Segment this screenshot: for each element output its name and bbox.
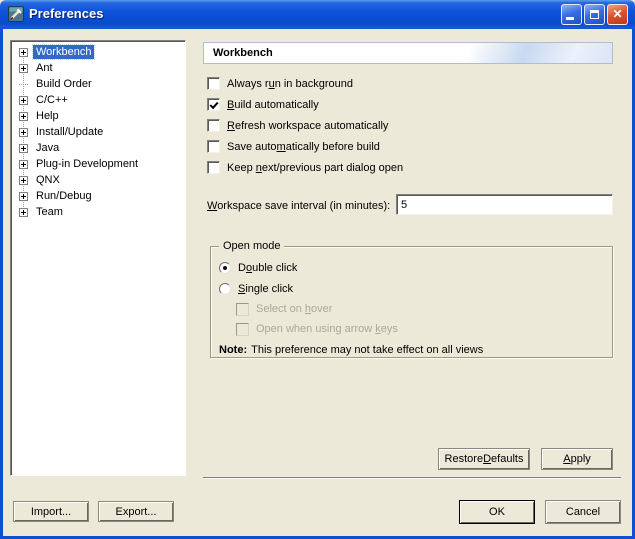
tree-item-run-debug[interactable]: Run/Debug bbox=[11, 188, 185, 204]
page-title: Workbench bbox=[203, 42, 613, 64]
tree-item-label: Install/Update bbox=[33, 125, 106, 139]
checkbox-build-automatically[interactable]: Build automatically bbox=[207, 94, 403, 115]
workbench-options: Always run in background Build automatic… bbox=[207, 73, 403, 178]
expand-plus-icon[interactable] bbox=[19, 128, 28, 137]
radio-double-click[interactable]: Double click bbox=[219, 257, 612, 278]
button-bar-separator bbox=[203, 477, 621, 479]
tree-item-label: Build Order bbox=[33, 77, 95, 91]
checkbox-label: Keep next/previous part dialog open bbox=[227, 162, 403, 174]
tree-item-label: Plug-in Development bbox=[33, 157, 141, 171]
checkbox-always-run-in-background[interactable]: Always run in background bbox=[207, 73, 403, 94]
apply-button[interactable]: Apply bbox=[541, 448, 613, 470]
restore-defaults-button[interactable]: Restore Defaults bbox=[438, 448, 530, 470]
save-interval-input[interactable] bbox=[396, 194, 613, 215]
tree-item-workbench[interactable]: Workbench bbox=[11, 44, 185, 60]
tree-item-label: Help bbox=[33, 109, 62, 123]
export-button[interactable]: Export... bbox=[98, 501, 174, 522]
note-label: Note: bbox=[219, 344, 247, 356]
checkbox-box bbox=[207, 77, 220, 90]
checkbox-label: Save automatically before build bbox=[227, 141, 380, 153]
checkbox-label: Open when using arrow keys bbox=[256, 323, 398, 335]
checkbox-box bbox=[236, 323, 249, 336]
checkbox-select-on-hover: Select on hover bbox=[236, 299, 612, 319]
checkbox-label: Refresh workspace automatically bbox=[227, 120, 388, 132]
minimize-icon bbox=[566, 17, 574, 20]
tree-item-label: C/C++ bbox=[33, 93, 71, 107]
checkbox-label: Select on hover bbox=[256, 303, 332, 315]
expand-plus-icon[interactable] bbox=[19, 64, 28, 73]
tree-item-label: QNX bbox=[33, 173, 63, 187]
note-text: This preference may not take effect on a… bbox=[251, 344, 483, 356]
expand-plus-icon[interactable] bbox=[19, 144, 28, 153]
save-interval-label: Workspace save interval (in minutes): bbox=[207, 200, 390, 212]
expand-plus-icon[interactable] bbox=[19, 160, 28, 169]
tree-item-install-update[interactable]: Install/Update bbox=[11, 124, 185, 140]
radio-label: Single click bbox=[238, 283, 293, 295]
radio-circle bbox=[219, 283, 231, 295]
preferences-icon bbox=[8, 6, 24, 22]
checkbox-keep-part-dialog-open[interactable]: Keep next/previous part dialog open bbox=[207, 157, 403, 178]
checkbox-label: Always run in background bbox=[227, 78, 353, 90]
tree-item-build-order[interactable]: Build Order bbox=[11, 76, 185, 92]
tree-item-label: Ant bbox=[33, 61, 56, 75]
maximize-icon bbox=[590, 10, 599, 19]
window-title: Preferences bbox=[29, 0, 103, 29]
tree-item-team[interactable]: Team bbox=[11, 204, 185, 220]
tree-item-qnx[interactable]: QNX bbox=[11, 172, 185, 188]
tree-item-label: Workbench bbox=[33, 45, 94, 59]
tree-item-help[interactable]: Help bbox=[11, 108, 185, 124]
ok-button[interactable]: OK bbox=[459, 500, 535, 524]
checkbox-box bbox=[207, 161, 220, 174]
expand-plus-icon[interactable] bbox=[19, 112, 28, 121]
titlebar[interactable]: Preferences ✕ bbox=[0, 0, 635, 29]
checkbox-box bbox=[207, 140, 220, 153]
tree-item-java[interactable]: Java bbox=[11, 140, 185, 156]
checkbox-box bbox=[207, 119, 220, 132]
radio-label: Double click bbox=[238, 262, 297, 274]
expand-plus-icon[interactable] bbox=[19, 48, 28, 57]
preferences-dialog: Preferences ✕ Workbench Ant Build Order … bbox=[0, 0, 635, 539]
expand-plus-icon[interactable] bbox=[19, 208, 28, 217]
window-border-left bbox=[0, 29, 3, 536]
cancel-button[interactable]: Cancel bbox=[545, 500, 621, 524]
checkbox-box bbox=[207, 98, 220, 111]
tree-leaf-stub bbox=[19, 84, 28, 85]
checkbox-refresh-workspace[interactable]: Refresh workspace automatically bbox=[207, 115, 403, 136]
import-button[interactable]: Import... bbox=[13, 501, 89, 522]
checkbox-label: Build automatically bbox=[227, 99, 319, 111]
tree-item-c-cpp[interactable]: C/C++ bbox=[11, 92, 185, 108]
tree-item-label: Run/Debug bbox=[33, 189, 95, 203]
open-mode-legend: Open mode bbox=[219, 240, 284, 252]
close-button[interactable]: ✕ bbox=[607, 4, 628, 25]
radio-single-click[interactable]: Single click bbox=[219, 278, 612, 299]
radio-circle bbox=[219, 262, 231, 274]
tree-item-ant[interactable]: Ant bbox=[11, 60, 185, 76]
checkbox-save-before-build[interactable]: Save automatically before build bbox=[207, 136, 403, 157]
tree-item-label: Team bbox=[33, 205, 66, 219]
expand-plus-icon[interactable] bbox=[19, 192, 28, 201]
expand-plus-icon[interactable] bbox=[19, 96, 28, 105]
tree-item-plugin-development[interactable]: Plug-in Development bbox=[11, 156, 185, 172]
close-icon: ✕ bbox=[608, 7, 627, 21]
maximize-button[interactable] bbox=[584, 4, 605, 25]
open-mode-group: Open mode Double click Single click Sele… bbox=[210, 246, 613, 358]
checkbox-open-arrow-keys: Open when using arrow keys bbox=[236, 319, 612, 339]
open-mode-note: Note: This preference may not take effect… bbox=[219, 344, 612, 356]
tree-item-label: Java bbox=[33, 141, 62, 155]
checkbox-box bbox=[236, 303, 249, 316]
expand-plus-icon[interactable] bbox=[19, 176, 28, 185]
minimize-button[interactable] bbox=[561, 4, 582, 25]
preferences-tree: Workbench Ant Build Order C/C++ Help Ins… bbox=[10, 40, 186, 476]
